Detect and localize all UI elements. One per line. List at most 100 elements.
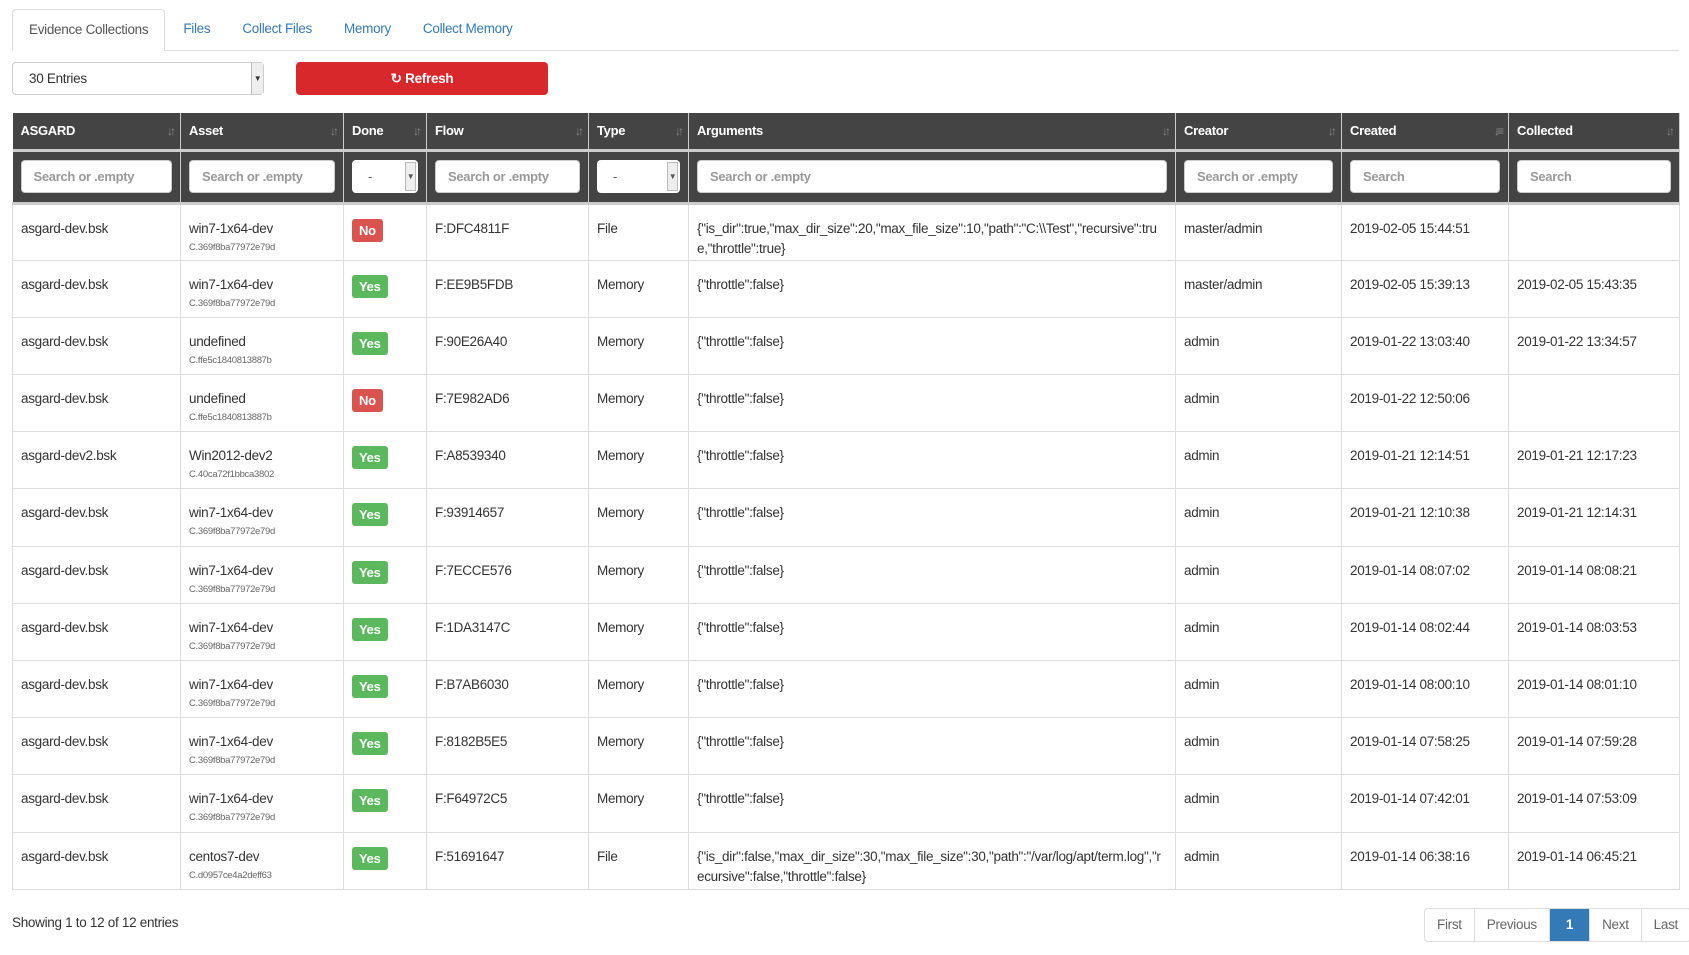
- column-header-asset[interactable]: Asset ↓↑: [180, 113, 344, 150]
- tab-files[interactable]: Files: [167, 9, 226, 50]
- cell-created: 2019-01-21 12:14:51: [1341, 431, 1509, 490]
- cell-asset: win7-1x64-dev C.369f8ba77972e79d: [180, 202, 344, 261]
- cell-creator: admin: [1175, 431, 1342, 490]
- cell-collected: 2019-01-14 08:03:53: [1508, 602, 1680, 662]
- asset-name: win7-1x64-dev: [189, 619, 273, 635]
- column-header-arguments[interactable]: Arguments ↓↑: [688, 113, 1176, 150]
- table-row[interactable]: asgard-dev.bsk win7-1x64-dev C.369f8ba779…: [12, 774, 1680, 833]
- cell-arguments: {"throttle":false}: [688, 316, 1176, 376]
- cell-created: 2019-02-05 15:44:51: [1341, 202, 1509, 261]
- cell-asset: Win2012-dev2 C.40ca72f1bbca3802: [180, 431, 344, 490]
- column-header-asgard[interactable]: ASGARD ↓↑: [12, 113, 181, 150]
- table-row[interactable]: asgard-dev.bsk win7-1x64-dev C.369f8ba779…: [12, 545, 1680, 604]
- filter-asgard-input[interactable]: Search or .empty: [20, 160, 172, 193]
- page-1[interactable]: 1: [1549, 909, 1591, 941]
- asset-name: Win2012-dev2: [189, 448, 273, 464]
- filter-collected-input[interactable]: Search: [1517, 160, 1671, 193]
- tab-collect-files[interactable]: Collect Files: [226, 9, 328, 50]
- sort-icon: ↓↑: [413, 124, 422, 138]
- cell-type: Memory: [588, 774, 689, 833]
- cell-collected: 2019-01-14 07:59:28: [1508, 717, 1680, 776]
- column-header-done[interactable]: Done ↓↑: [343, 113, 427, 150]
- cell-collected: 2019-01-21 12:14:31: [1508, 488, 1680, 547]
- filter-creator-input[interactable]: Search or .empty: [1184, 160, 1333, 193]
- page-previous[interactable]: Previous: [1475, 909, 1550, 941]
- cell-done: Yes: [343, 659, 427, 719]
- asset-name: win7-1x64-dev: [189, 276, 273, 292]
- cell-type: Memory: [588, 602, 689, 662]
- client-id: C.369f8ba77972e79d: [189, 698, 275, 709]
- filter-done-select[interactable]: - ▼: [352, 160, 418, 193]
- column-label: Asset: [189, 123, 223, 139]
- cell-asgard: asgard-dev.bsk: [12, 774, 181, 833]
- table-row[interactable]: asgard-dev.bsk win7-1x64-dev C.369f8ba779…: [12, 202, 1680, 261]
- entries-select[interactable]: 30 Entries ▼: [12, 62, 264, 95]
- cell-type: Memory: [588, 488, 689, 547]
- filter-flow-input[interactable]: Search or .empty: [435, 160, 580, 193]
- cell-collected: 2019-01-14 08:01:10: [1508, 659, 1680, 719]
- column-label: Collected: [1517, 123, 1573, 139]
- table-row[interactable]: asgard-dev2.bsk Win2012-dev2 C.40ca72f1bb…: [12, 431, 1680, 490]
- cell-creator: admin: [1175, 602, 1342, 662]
- column-header-creator[interactable]: Creator ↓↑: [1175, 113, 1342, 150]
- cell-flow: F:EE9B5FDB: [426, 259, 589, 318]
- filter-created-input[interactable]: Search: [1350, 160, 1500, 193]
- column-header-collected[interactable]: Collected ↓↑: [1508, 113, 1680, 150]
- tab-collect-memory[interactable]: Collect Memory: [407, 9, 529, 50]
- cell-asgard: asgard-dev.bsk: [12, 659, 181, 719]
- cell-asset: undefined C.ffe5c1840813887b: [180, 316, 344, 376]
- asset-name: undefined: [189, 333, 246, 349]
- column-header-created[interactable]: Created ↓≡: [1341, 113, 1509, 150]
- status-badge: No: [352, 389, 383, 413]
- tab-evidence-collections[interactable]: Evidence Collections: [12, 9, 166, 51]
- table-info: Showing 1 to 12 of 12 entries: [12, 915, 179, 930]
- cell-asset: win7-1x64-dev C.369f8ba77972e79d: [180, 717, 344, 776]
- page-first[interactable]: First: [1425, 909, 1475, 941]
- column-header-type[interactable]: Type ↓↑: [588, 113, 689, 150]
- refresh-label: Refresh: [405, 71, 454, 86]
- filter-arguments-input[interactable]: Search or .empty: [697, 160, 1167, 193]
- status-badge: Yes: [352, 503, 388, 527]
- client-id: C.369f8ba77972e79d: [189, 241, 275, 253]
- table-row[interactable]: asgard-dev.bsk win7-1x64-dev C.369f8ba779…: [12, 488, 1680, 547]
- sort-icon: ↓≡: [1493, 124, 1504, 138]
- sort-icon: ↓↑: [167, 124, 176, 138]
- cell-done: Yes: [343, 259, 427, 318]
- cell-flow: F:90E26A40: [426, 316, 589, 376]
- cell-arguments: {"throttle":false}: [688, 717, 1176, 776]
- cell-done: Yes: [343, 545, 427, 604]
- cell-flow: F:7E982AD6: [426, 374, 589, 433]
- table-row[interactable]: asgard-dev.bsk win7-1x64-dev C.369f8ba779…: [12, 602, 1680, 662]
- page-last[interactable]: Last: [1642, 909, 1689, 941]
- tab-memory[interactable]: Memory: [328, 9, 407, 50]
- table-row[interactable]: asgard-dev.bsk undefined C.ffe5c184081388…: [12, 374, 1680, 433]
- client-id: C.369f8ba77972e79d: [189, 297, 275, 309]
- client-id: C.369f8ba77972e79d: [189, 755, 275, 767]
- filter-type-select[interactable]: - ▼: [597, 160, 680, 193]
- page-next[interactable]: Next: [1590, 909, 1642, 941]
- table-row[interactable]: asgard-dev.bsk win7-1x64-dev C.369f8ba779…: [12, 717, 1680, 776]
- cell-asgard: asgard-dev.bsk: [12, 202, 181, 261]
- asset-name: win7-1x64-dev: [189, 562, 273, 578]
- column-header-flow[interactable]: Flow ↓↑: [426, 113, 589, 150]
- refresh-button[interactable]: ↻ Refresh: [296, 62, 548, 95]
- pagination: First Previous 1 Next Last: [1424, 908, 1689, 942]
- status-badge: Yes: [352, 846, 388, 870]
- column-label: Flow: [435, 123, 464, 139]
- filter-asset-input[interactable]: Search or .empty: [189, 160, 335, 193]
- table-row[interactable]: asgard-dev.bsk undefined C.ffe5c184081388…: [12, 316, 1680, 376]
- table-row[interactable]: asgard-dev.bsk win7-1x64-dev C.369f8ba779…: [12, 659, 1680, 719]
- status-badge: Yes: [352, 617, 388, 641]
- table-row[interactable]: asgard-dev.bsk win7-1x64-dev C.369f8ba779…: [12, 259, 1680, 318]
- sort-icon: ↓↑: [1162, 124, 1171, 138]
- chevron-down-icon: ▼: [405, 162, 416, 191]
- cell-asgard: asgard-dev.bsk: [12, 602, 181, 662]
- cell-type: Memory: [588, 659, 689, 719]
- client-id: C.40ca72f1bbca3802: [189, 469, 274, 481]
- cell-arguments: {"throttle":false}: [688, 374, 1176, 433]
- cell-done: Yes: [343, 488, 427, 547]
- cell-arguments: {"throttle":false}: [688, 602, 1176, 662]
- table-row[interactable]: asgard-dev.bsk centos7-dev C.d0957ce4a2de…: [12, 831, 1680, 890]
- cell-asset: centos7-dev C.d0957ce4a2deff63: [180, 831, 344, 890]
- refresh-icon: ↻: [390, 71, 402, 86]
